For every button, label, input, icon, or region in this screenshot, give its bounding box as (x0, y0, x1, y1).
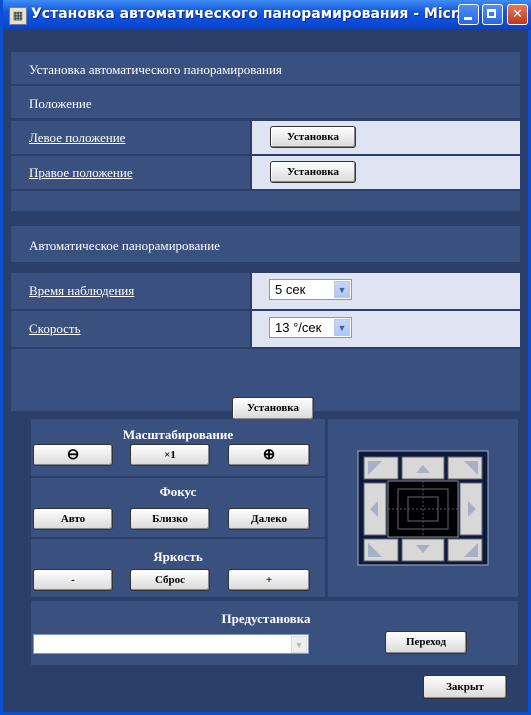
speed-label-cell: Скорость (11, 311, 250, 347)
speed-select[interactable]: 13 °/сек ▼ (269, 317, 352, 338)
maximize-icon (483, 5, 502, 24)
speed-value: 13 °/сек (275, 320, 322, 335)
brightness-title: Яркость (153, 549, 203, 564)
zoom-title: Масштабирование (122, 427, 234, 442)
brightness-panel: Яркость - Сброс + (31, 539, 325, 597)
window-title: Установка автоматического панорамировани… (31, 6, 472, 22)
right-position-value-cell: Установка (252, 156, 520, 189)
zoom-out-button[interactable]: ⊖ (33, 444, 113, 466)
dropdown-arrow-icon[interactable]: ▼ (291, 636, 307, 653)
preset-select[interactable]: ▼ (33, 634, 309, 654)
dropdown-arrow-icon[interactable]: ▼ (334, 281, 350, 298)
page-title: Установка автоматического панорамировани… (29, 62, 282, 77)
window: ▦ Установка автоматического панорамирова… (0, 0, 531, 715)
dwell-time-select[interactable]: 5 сек ▼ (269, 279, 352, 300)
speed-value-cell: 13 °/сек ▼ (252, 311, 520, 347)
minimize-button[interactable] (458, 4, 479, 25)
left-position-link[interactable]: Левое положение (29, 130, 125, 146)
right-position-label-cell: Правое положение (11, 156, 250, 189)
zoom-in-icon: ⊕ (262, 447, 276, 463)
dwell-time-link[interactable]: Время наблюдения (29, 283, 134, 299)
position-section-spacer (11, 191, 520, 211)
auto-pan-section-header: Автоматическое панорамирование (11, 226, 520, 262)
position-section-header: Положение (11, 86, 520, 118)
zoom-in-button[interactable]: ⊕ (228, 444, 310, 466)
dwell-time-value: 5 сек (275, 282, 306, 297)
focus-auto-button[interactable]: Авто (33, 508, 113, 530)
zoom-out-icon: ⊖ (66, 447, 80, 463)
close-button[interactable]: Закрыт (423, 675, 507, 699)
dropdown-arrow-icon[interactable]: ▼ (334, 319, 350, 336)
dwell-time-value-cell: 5 сек ▼ (252, 273, 520, 309)
zoom-x1-button[interactable]: ×1 (130, 444, 210, 466)
preset-go-button[interactable]: Переход (385, 631, 467, 654)
position-section-title: Положение (29, 96, 92, 111)
close-window-button[interactable]: ✕ (507, 4, 528, 25)
title-bar[interactable]: ▦ Установка автоматического панорамирова… (3, 0, 531, 30)
auto-pan-section-title: Автоматическое панорамирование (29, 238, 220, 253)
preset-panel: Предустановка ▼ Переход (31, 601, 518, 665)
ptz-panel (328, 419, 518, 597)
minimize-icon (459, 5, 478, 24)
brightness-minus-button[interactable]: - (33, 569, 113, 591)
focus-near-button[interactable]: Близко (130, 508, 210, 530)
right-position-set-button[interactable]: Установка (270, 161, 356, 183)
dwell-time-label-cell: Время наблюдения (11, 273, 250, 309)
left-position-label-cell: Левое положение (11, 121, 250, 154)
auto-pan-set-button[interactable]: Установка (232, 397, 314, 420)
brightness-plus-button[interactable]: + (228, 569, 310, 591)
close-icon: ✕ (512, 7, 523, 22)
maximize-button[interactable] (482, 4, 503, 25)
preset-title: Предустановка (221, 611, 311, 626)
app-icon: ▦ (9, 7, 27, 25)
page-header: Установка автоматического панорамировани… (11, 52, 520, 84)
right-position-link[interactable]: Правое положение (29, 165, 133, 181)
ptz-pad[interactable] (328, 419, 518, 597)
brightness-reset-button[interactable]: Сброс (130, 569, 210, 591)
left-position-value-cell: Установка (252, 121, 520, 154)
left-position-set-button[interactable]: Установка (270, 126, 356, 148)
auto-pan-set-row: Установка (11, 349, 520, 420)
speed-link[interactable]: Скорость (29, 321, 81, 337)
focus-title: Фокус (159, 484, 197, 499)
zoom-panel: Масштабирование ⊖ ×1 ⊕ (31, 419, 325, 476)
focus-panel: Фокус Авто Близко Далеко (31, 478, 325, 537)
focus-far-button[interactable]: Далеко (228, 508, 310, 530)
